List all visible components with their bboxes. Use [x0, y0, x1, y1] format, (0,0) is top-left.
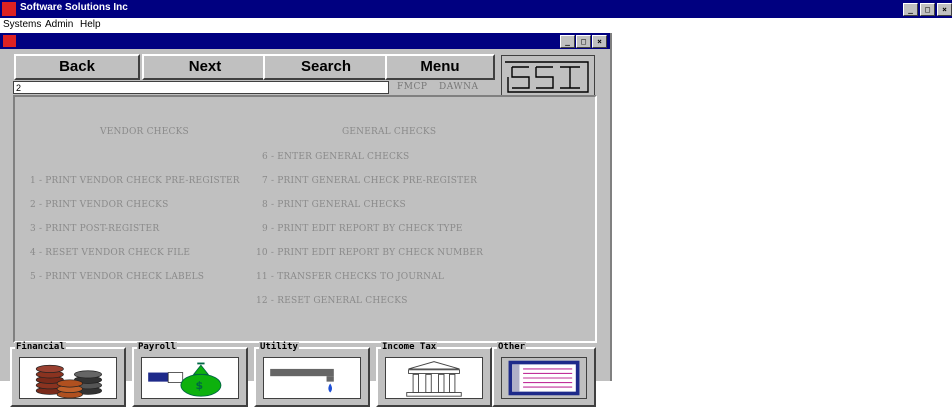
general-checks-heading: GENERAL CHECKS — [342, 127, 437, 137]
other-module[interactable]: Other — [492, 342, 596, 407]
income-tax-label: Income Tax — [381, 342, 438, 352]
building-icon — [385, 357, 483, 399]
menu-item-11[interactable]: 11 - TRANSFER CHECKS TO JOURNAL — [256, 272, 444, 282]
faucet-icon — [263, 357, 361, 399]
menu-item-10[interactable]: 10 - PRINT EDIT REPORT BY CHECK NUMBER — [256, 248, 483, 258]
menu-button[interactable]: Menu — [385, 54, 495, 80]
child-window: _ □ × Back Next Search Menu 2 FMCP DAWNA… — [0, 33, 612, 407]
money-bag-icon: $ — [141, 357, 239, 399]
income-tax-module[interactable]: Income Tax — [376, 342, 492, 407]
payroll-label: Payroll — [137, 342, 177, 352]
other-label: Other — [497, 342, 527, 352]
window-icon — [501, 357, 587, 399]
menu-item-3[interactable]: 3 - PRINT POST-REGISTER — [30, 224, 159, 234]
company-code: FMCP — [397, 82, 428, 92]
search-button[interactable]: Search — [263, 54, 389, 80]
user-name: DAWNA — [439, 82, 479, 92]
vendor-checks-heading: VENDOR CHECKS — [100, 127, 189, 137]
utility-label: Utility — [259, 342, 299, 352]
menu-item-12[interactable]: 12 - RESET GENERAL CHECKS — [256, 296, 408, 306]
next-button[interactable]: Next — [142, 54, 268, 80]
financial-label: Financial — [15, 342, 66, 352]
menu-item-7[interactable]: 7 - PRINT GENERAL CHECK PRE-REGISTER — [262, 176, 477, 186]
back-button[interactable]: Back — [14, 54, 140, 80]
child-logo-icon — [3, 35, 16, 47]
menu-item-9[interactable]: 9 - PRINT EDIT REPORT BY CHECK TYPE — [262, 224, 463, 234]
child-maximize-icon[interactable]: □ — [576, 35, 591, 48]
app-title: Software Solutions Inc — [20, 2, 128, 13]
child-title-bar: _ □ × — [0, 33, 610, 49]
minimize-icon[interactable]: _ — [903, 3, 918, 16]
menu-item-4[interactable]: 4 - RESET VENDOR CHECK FILE — [30, 248, 190, 258]
child-minimize-icon[interactable]: _ — [560, 35, 575, 48]
menu-item-8[interactable]: 8 - PRINT GENERAL CHECKS — [262, 200, 406, 210]
menu-help[interactable]: Help — [80, 19, 101, 30]
menu-bar: Systems Admin Help — [0, 18, 952, 32]
app-logo-icon — [2, 2, 16, 16]
ssi-logo — [501, 55, 595, 99]
utility-module[interactable]: Utility — [254, 342, 370, 407]
command-input[interactable]: 2 — [13, 81, 389, 94]
window-controls: _ □ × — [903, 3, 952, 16]
menu-item-5[interactable]: 5 - PRINT VENDOR CHECK LABELS — [30, 272, 204, 282]
maximize-icon[interactable]: □ — [920, 3, 935, 16]
child-window-controls: _ □ × — [560, 35, 607, 48]
close-icon[interactable]: × — [937, 3, 952, 16]
menu-admin[interactable]: Admin — [45, 19, 73, 30]
app-title-bar: Software Solutions Inc _ □ × — [0, 0, 952, 18]
coins-icon — [19, 357, 117, 399]
payroll-module[interactable]: Payroll $ — [132, 342, 248, 407]
menu-item-6[interactable]: 6 - ENTER GENERAL CHECKS — [262, 152, 409, 162]
financial-module[interactable]: Financial — [10, 342, 126, 407]
menu-systems[interactable]: Systems — [3, 19, 41, 30]
menu-item-1[interactable]: 1 - PRINT VENDOR CHECK PRE-REGISTER — [30, 176, 240, 186]
child-close-icon[interactable]: × — [592, 35, 607, 48]
menu-panel: VENDOR CHECKS GENERAL CHECKS 1 - PRINT V… — [13, 95, 597, 343]
menu-item-2[interactable]: 2 - PRINT VENDOR CHECKS — [30, 200, 168, 210]
